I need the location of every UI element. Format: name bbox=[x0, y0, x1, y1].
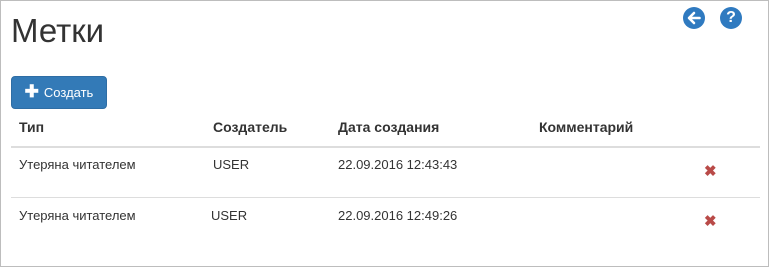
back-button[interactable] bbox=[683, 7, 705, 29]
cell-type: Утеряна читателем bbox=[19, 157, 136, 172]
column-header-comment: Комментарий bbox=[539, 119, 634, 135]
header-divider bbox=[11, 146, 760, 148]
column-header-date: Дата создания bbox=[338, 119, 440, 135]
cell-type: Утеряна читателем bbox=[19, 208, 136, 223]
create-button-label: Создать bbox=[43, 85, 94, 100]
labels-panel: Метки ? ✚ Создать Тип Создатель Дата соз… bbox=[0, 0, 769, 267]
cell-creator: USER bbox=[213, 157, 250, 172]
plus-icon: ✚ bbox=[24, 82, 39, 101]
page-title: Метки bbox=[11, 12, 105, 49]
column-header-creator: Создатель bbox=[213, 119, 288, 135]
question-circle-icon: ? bbox=[726, 9, 736, 26]
row-divider bbox=[11, 197, 760, 198]
column-header-type: Тип bbox=[19, 119, 45, 135]
delete-icon[interactable]: ✖ bbox=[704, 164, 717, 179]
cell-date: 22.09.2016 12:43:43 bbox=[338, 157, 458, 172]
arrow-left-circle-icon bbox=[687, 11, 701, 25]
cell-date: 22.09.2016 12:49:26 bbox=[338, 208, 458, 223]
delete-icon[interactable]: ✖ bbox=[704, 214, 717, 229]
create-button[interactable]: ✚ Создать bbox=[11, 76, 107, 109]
help-button[interactable]: ? bbox=[720, 7, 742, 29]
cell-creator: USER bbox=[211, 208, 248, 223]
